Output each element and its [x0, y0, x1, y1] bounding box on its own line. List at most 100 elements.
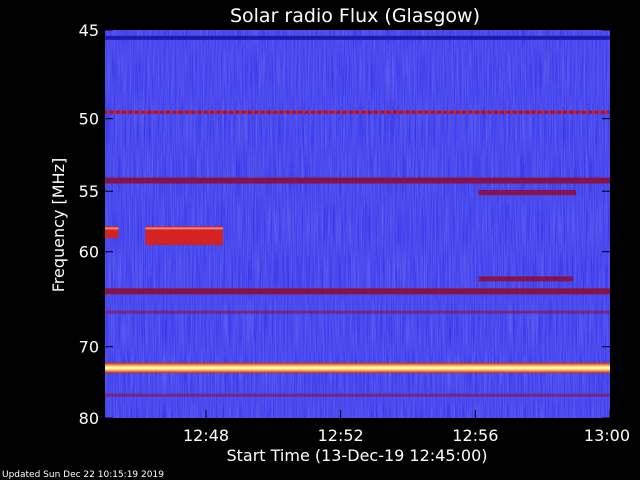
band-dot — [195, 110, 198, 115]
band-dot — [321, 110, 324, 115]
band-dot — [283, 110, 286, 115]
band-peak — [105, 362, 610, 373]
band-dot — [371, 110, 375, 115]
band-dot — [503, 110, 507, 115]
band-dot — [170, 110, 173, 115]
band-dot — [516, 110, 519, 115]
band-dot — [497, 110, 501, 115]
band-dot — [270, 110, 274, 115]
band-dot — [359, 110, 362, 115]
band-dotted-base — [105, 110, 610, 114]
band-dot — [529, 110, 532, 115]
burst-highlight — [145, 227, 223, 230]
plot-area — [105, 30, 610, 418]
band-dark — [105, 35, 610, 40]
band-dot — [548, 110, 551, 115]
band-dot — [459, 110, 463, 115]
band-dot — [346, 110, 349, 115]
band-dot — [522, 110, 526, 115]
band-dot — [365, 110, 368, 115]
band-dot — [472, 110, 475, 115]
band-dot — [566, 110, 570, 115]
band-dot — [598, 110, 601, 115]
updated-timestamp: Updated Sun Dec 22 10:15:19 2019 — [2, 470, 164, 480]
band-dot — [176, 110, 179, 115]
band-dot — [151, 110, 154, 115]
spectrogram-noise — [105, 30, 610, 418]
band-dot — [239, 110, 242, 115]
band-dot — [188, 110, 192, 115]
band-dot — [289, 110, 293, 115]
band-dot — [409, 110, 412, 115]
band-dot — [302, 110, 305, 115]
band-dot — [390, 110, 393, 115]
chart-title: Solar radio Flux (Glasgow) — [230, 5, 480, 27]
y-tick-label: 45 — [79, 21, 99, 40]
spectrogram-figure: Solar radio Flux (Glasgow) 45 50 55 60 70 80 … — [0, 0, 640, 480]
band-dot — [560, 110, 564, 115]
band-dot — [428, 110, 431, 115]
band-dot — [377, 110, 381, 115]
band-dot — [573, 110, 576, 115]
band-dot — [113, 110, 116, 115]
band-dot — [415, 110, 419, 115]
band-dot — [352, 110, 356, 115]
band-dot — [554, 110, 557, 115]
spectrogram-chart: Solar radio Flux (Glasgow) 455055607080 … — [2, 5, 630, 480]
band-dot — [245, 110, 249, 115]
band-dot — [157, 110, 160, 115]
band-dot — [214, 110, 217, 115]
band-dot — [447, 110, 450, 115]
burst-region — [478, 276, 573, 282]
band-dot — [466, 110, 469, 115]
band-dot — [384, 110, 387, 115]
band-dot — [422, 110, 425, 115]
x-tick-label: 12:48 — [183, 426, 229, 445]
band-dot — [226, 110, 230, 115]
band-dot — [440, 110, 444, 115]
band-dot — [264, 110, 267, 115]
band-dot — [182, 110, 186, 115]
band-dot — [258, 110, 261, 115]
x-tick-label: 13:00 — [584, 426, 630, 445]
band-dot — [233, 110, 236, 115]
band-dot — [296, 110, 299, 115]
band-dot — [125, 110, 129, 115]
burst-region — [478, 189, 577, 196]
band-dot — [277, 110, 280, 115]
band-dot — [478, 110, 482, 115]
band-dot — [535, 110, 538, 115]
band-dot — [585, 110, 589, 115]
band-dot — [308, 110, 312, 115]
x-tick-label: 12:56 — [452, 426, 498, 445]
band-medium — [105, 288, 610, 295]
y-tick-label: 60 — [79, 243, 99, 262]
band-faint — [105, 310, 610, 314]
y-tick-label: 80 — [79, 409, 99, 428]
band-dot — [132, 110, 135, 115]
x-tick-label: 12:52 — [318, 426, 364, 445]
band-dot — [340, 110, 343, 115]
band-dot — [333, 110, 337, 115]
band-medium — [105, 177, 610, 184]
band-dot — [510, 110, 513, 115]
y-axis-title: Frequency [MHz] — [49, 158, 68, 292]
burst-highlight — [105, 227, 119, 230]
band-dot — [138, 110, 141, 115]
y-tick-label: 70 — [79, 338, 99, 357]
band-dot — [434, 110, 438, 115]
band-dot — [144, 110, 148, 115]
band-dot — [163, 110, 167, 115]
band-dot — [491, 110, 494, 115]
band-dot — [403, 110, 406, 115]
band-dot — [207, 110, 211, 115]
band-dot — [592, 110, 595, 115]
band-dot — [579, 110, 582, 115]
band-dot — [314, 110, 318, 115]
band-dot — [201, 110, 204, 115]
band-dot — [485, 110, 488, 115]
band-dot — [604, 110, 608, 115]
band-dot — [119, 110, 123, 115]
band-dot — [251, 110, 255, 115]
y-tick-label: 50 — [79, 110, 99, 129]
